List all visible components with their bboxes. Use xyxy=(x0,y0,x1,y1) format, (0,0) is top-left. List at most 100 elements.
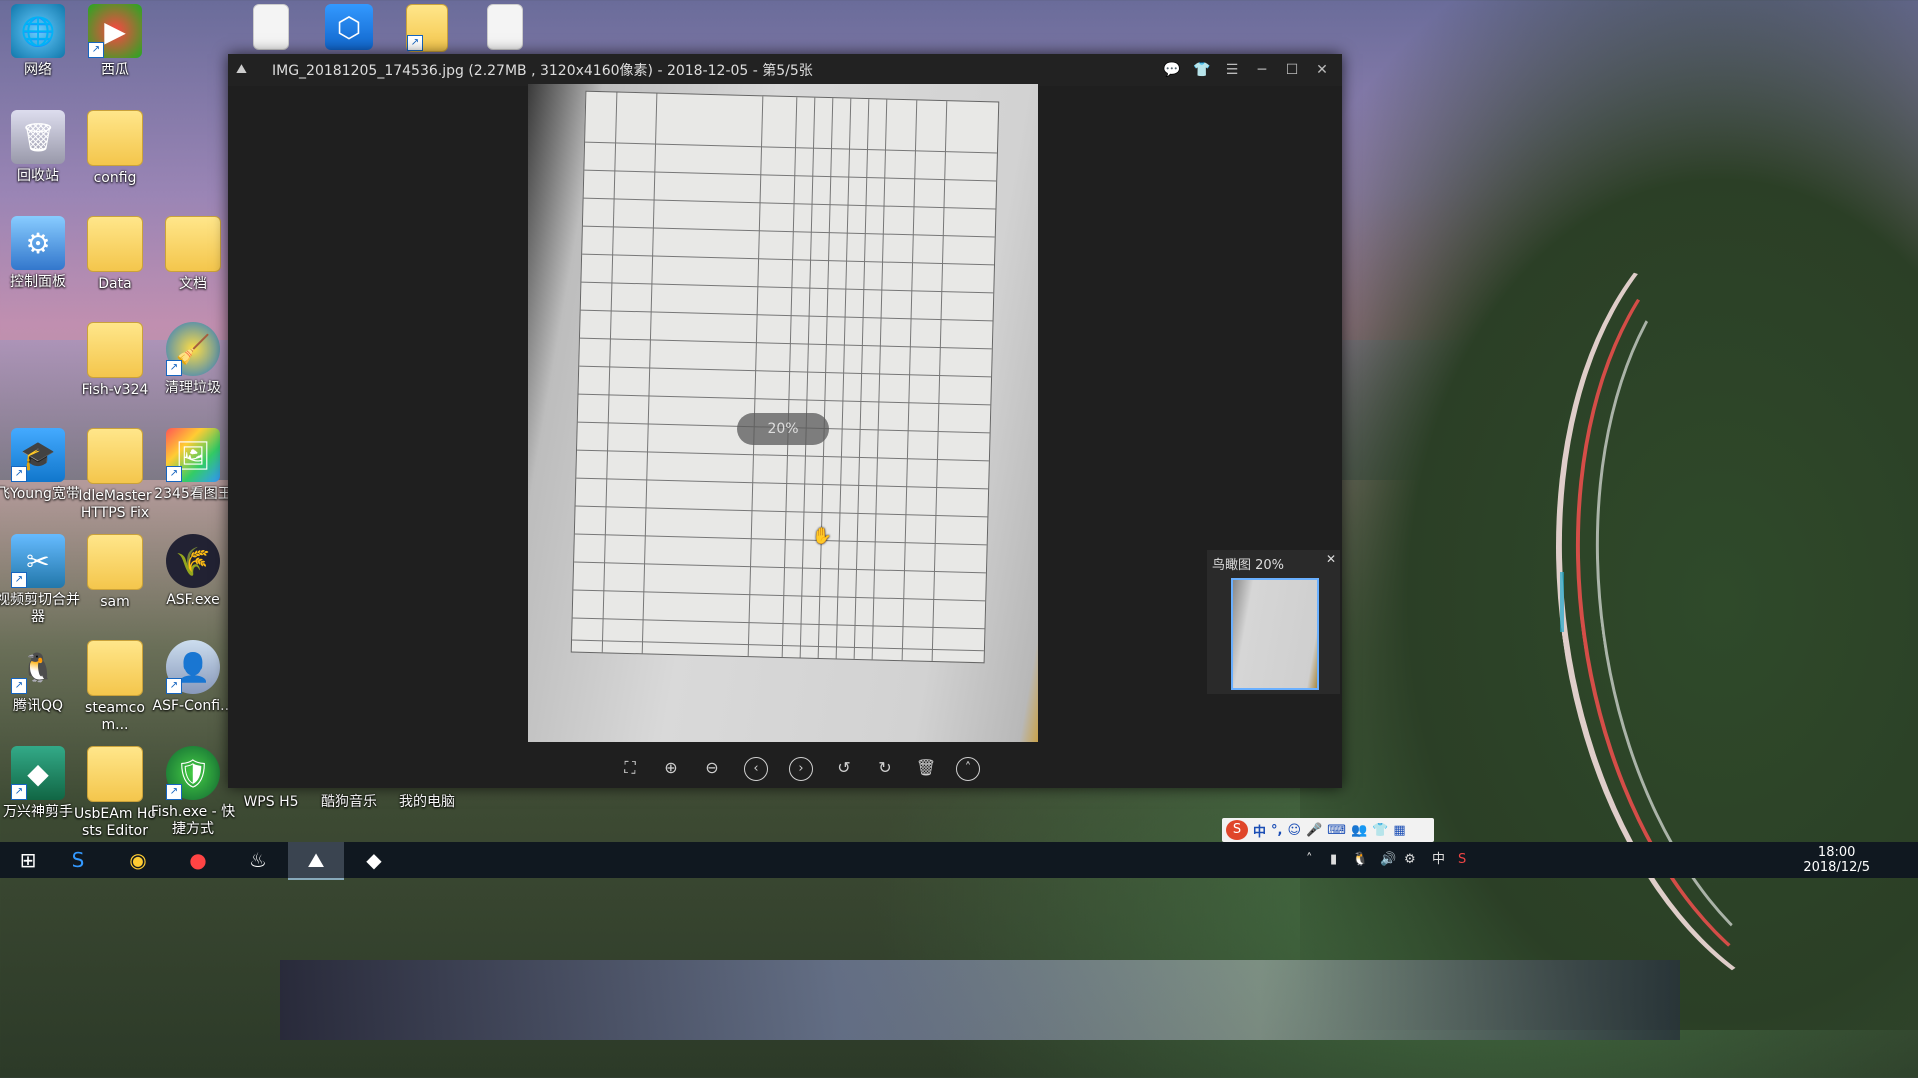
folder-icon xyxy=(87,110,143,166)
desktop-icon-sam[interactable]: sam xyxy=(72,534,158,611)
broom-icon: 🧹 ↗ xyxy=(166,322,220,376)
folder-icon xyxy=(87,640,143,696)
desktop-icon-control-panel[interactable]: ⚙ 控制面板 xyxy=(0,216,81,291)
delete-icon[interactable]: 🗑 xyxy=(912,754,940,782)
user-icon[interactable]: 👥 xyxy=(1351,823,1367,838)
photographed-course-table xyxy=(570,90,1000,664)
desktop-icon-usbeam[interactable]: UsbEAm Hosts Editor xyxy=(72,746,158,840)
desktop-icon-file[interactable] xyxy=(228,4,314,54)
sogou-logo-icon: S xyxy=(1226,820,1248,840)
tray-language[interactable]: 中 xyxy=(1432,842,1445,878)
desktop-icon-filmora[interactable]: ◆ ↗ 万兴神剪手 xyxy=(0,746,81,821)
volume-icon[interactable]: 🔊 xyxy=(1380,842,1396,878)
video-cutter-icon: ✂ ↗ xyxy=(11,534,65,588)
desktop-icon-idlemaster[interactable]: IdleMaster HTTPS Fix xyxy=(72,428,158,522)
zoom-out-icon[interactable]: ⊖ xyxy=(698,754,726,782)
control-panel-icon: ⚙ xyxy=(11,216,65,270)
navigator-label: 鸟瞰图 20% xyxy=(1212,558,1285,573)
next-icon[interactable]: › xyxy=(789,757,813,781)
sogou-tray-icon[interactable]: S xyxy=(1458,842,1466,878)
qq-penguin-icon: 🐧 ↗ xyxy=(11,640,65,694)
desktop-icon-app2[interactable]: ↗ xyxy=(384,4,470,56)
qq-tray-icon[interactable]: 🐧 xyxy=(1352,842,1368,878)
anime-character-icon: 👤 ↗ xyxy=(166,640,220,694)
navigator-panel[interactable]: 鸟瞰图 20% ✕ xyxy=(1207,550,1340,694)
network-icon: 🌐 xyxy=(11,4,65,58)
menu-icon[interactable]: ☰ xyxy=(1217,54,1247,86)
steam-icon[interactable]: ♨ xyxy=(230,842,286,878)
asf-icon: 🌾 xyxy=(166,534,220,588)
rotate-right-icon[interactable]: ↻ xyxy=(871,754,899,782)
desktop-icon-qq[interactable]: 🐧 ↗ 腾讯QQ xyxy=(0,640,81,715)
folder-icon xyxy=(87,534,143,590)
crop-icon[interactable]: ⛶ xyxy=(616,754,644,782)
microphone-icon[interactable]: 🎤 xyxy=(1306,823,1322,838)
zoom-level-badge: 20% xyxy=(737,413,829,445)
desktop-icon-clean-junk[interactable]: 🧹 ↗ 清理垃圾 xyxy=(150,322,236,397)
desktop-icon-fish-shortcut[interactable]: 🛡 ↗ Fish.exe - 快捷方式 xyxy=(150,746,236,838)
minimize-icon[interactable]: ─ xyxy=(1247,54,1277,86)
folder-icon xyxy=(87,428,143,484)
desktop-icon-file2[interactable] xyxy=(462,4,548,54)
maximize-icon[interactable]: ☐ xyxy=(1277,54,1307,86)
file-icon xyxy=(253,4,289,50)
desktop-icon-fish-v324[interactable]: Fish-v324 xyxy=(72,322,158,399)
rotate-left-icon[interactable]: ↺ xyxy=(830,754,858,782)
folder-icon xyxy=(87,746,143,802)
system-clock[interactable]: 18:00 2018/12/5 xyxy=(1803,845,1870,875)
video-editor-icon[interactable]: ◆ xyxy=(346,842,402,878)
desktop-icon-config[interactable]: config xyxy=(72,110,158,187)
ime-toolbar[interactable]: S 中 °, ☺ 🎤 ⌨ 👥 👕 ▦ xyxy=(1222,818,1434,842)
image-viewer-window[interactable]: ⛰ IMG_20181205_174536.jpg (2.27MB , 3120… xyxy=(228,54,1342,788)
wallpaper-road xyxy=(280,960,1680,1040)
windows-start-icon[interactable]: ⊞ xyxy=(0,842,56,878)
tray-expand-icon[interactable]: ˄ xyxy=(1306,842,1313,878)
desktop-icon-feiyoung[interactable]: 🎓 ↗ 飞Young宽带 xyxy=(0,428,81,503)
ime-language[interactable]: 中 xyxy=(1253,821,1266,840)
clock-time: 18:00 xyxy=(1817,845,1856,860)
navigator-thumbnail[interactable] xyxy=(1231,578,1319,690)
chat-icon[interactable]: 💬 xyxy=(1157,54,1187,86)
green-app-icon[interactable]: ● xyxy=(170,842,226,878)
desktop-icon-data[interactable]: Data xyxy=(72,216,158,293)
video-editor-icon: ◆ ↗ xyxy=(11,746,65,800)
desktop-icon-documents[interactable]: 文档 xyxy=(150,216,236,293)
desktop-icon-2345-viewer[interactable]: 🖼 ↗ 2345看图王 xyxy=(150,428,236,503)
taskbar: ⊞ S ◉ ● ♨ ⛰ ◆ ˄ ▮ 🐧 🔊 ⚙ 中 S 18:00 2018/1… xyxy=(0,842,1918,880)
desktop-icon-xigua[interactable]: ▶ ↗ 西瓜 xyxy=(72,4,158,79)
keyboard-icon[interactable]: ⌨ xyxy=(1327,823,1346,838)
cube-icon: ⬡ xyxy=(325,4,373,50)
close-icon[interactable]: ✕ xyxy=(1326,552,1336,566)
broadband-icon: 🎓 ↗ xyxy=(11,428,65,482)
desktop-icon-network[interactable]: 🌐 网络 xyxy=(0,4,81,79)
desktop-icon-asf-config[interactable]: 👤 ↗ ASF-Confi... xyxy=(150,640,236,715)
chrome-icon[interactable]: ◉ xyxy=(110,842,166,878)
shirt-icon[interactable]: 👕 xyxy=(1372,823,1388,838)
more-icon[interactable]: ˄ xyxy=(956,757,980,781)
scroll-indicator xyxy=(1560,572,1564,632)
network-tray-icon[interactable]: ⚙ xyxy=(1404,842,1416,878)
punctuation-icon[interactable]: °, xyxy=(1271,823,1282,838)
desktop-icon-recycle-bin[interactable]: 🗑 回收站 xyxy=(0,110,81,185)
photo-canvas[interactable]: 20% xyxy=(528,84,1038,742)
viewer-toolbar: ⛶ ⊕ ⊖ ‹ › ↺ ↻ 🗑 ˄ xyxy=(228,748,1342,788)
desktop-icon-asf[interactable]: 🌾 ASF.exe xyxy=(150,534,236,609)
shirt-icon[interactable]: 👕 xyxy=(1187,54,1217,86)
hand-cursor-icon: ✋ xyxy=(812,526,832,545)
folder-icon: ↗ xyxy=(406,4,448,52)
emoji-icon[interactable]: ☺ xyxy=(1287,823,1301,838)
desktop-icon-video-cutter[interactable]: ✂ ↗ 视频剪切合并器 xyxy=(0,534,81,626)
previous-icon[interactable]: ‹ xyxy=(744,757,768,781)
xigua-player-icon: ▶ ↗ xyxy=(88,4,142,58)
grid-icon[interactable]: ▦ xyxy=(1393,823,1405,838)
image-icon: ⛰ xyxy=(236,62,247,77)
image-viewer-icon[interactable]: ⛰ xyxy=(288,842,344,880)
recycle-bin-icon: 🗑 xyxy=(11,110,65,164)
window-title: IMG_20181205_174536.jpg (2.27MB , 3120x4… xyxy=(272,63,813,79)
zoom-in-icon[interactable]: ⊕ xyxy=(657,754,685,782)
close-icon[interactable]: ✕ xyxy=(1307,54,1337,86)
sogou-browser-icon[interactable]: S xyxy=(50,842,106,878)
battery-icon[interactable]: ▮ xyxy=(1330,842,1337,878)
desktop-icon-app[interactable]: ⬡ xyxy=(306,4,392,54)
desktop-icon-steamcom[interactable]: steamcom... xyxy=(72,640,158,734)
